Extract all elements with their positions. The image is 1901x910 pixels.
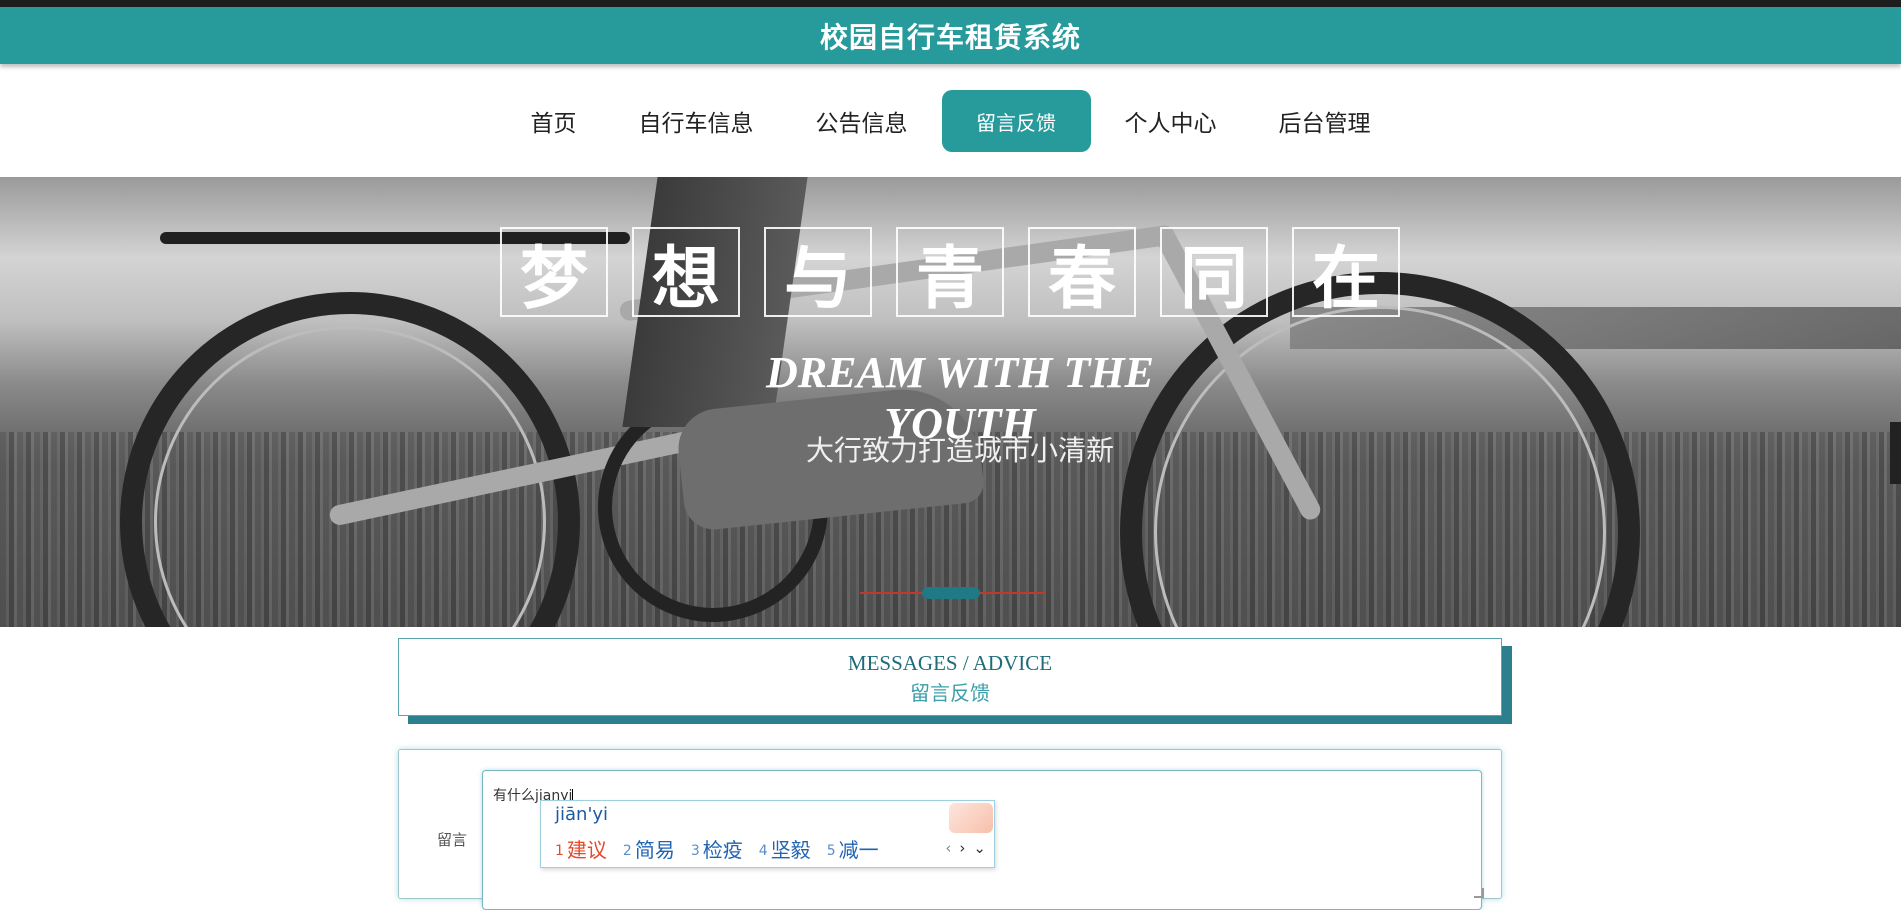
- slogan-char: 春: [1028, 227, 1136, 319]
- ime-candidate[interactable]: 2 简易: [623, 834, 675, 863]
- nav-announcements[interactable]: 公告信息: [788, 90, 936, 152]
- hero-banner: 梦 想 与 青 春 同 在 DREAM WITH THE YOUTH 大行致力打…: [0, 177, 1901, 627]
- ime-pager: ‹ › ⌄: [945, 839, 986, 857]
- top-border: [0, 0, 1901, 7]
- chevron-right-icon[interactable]: ›: [959, 839, 965, 857]
- section-header: MESSAGES / ADVICE 留言反馈: [398, 638, 1502, 716]
- slogan-char: 梦: [500, 227, 608, 319]
- slogan-char: 在: [1292, 227, 1400, 319]
- nav-personal-center[interactable]: 个人中心: [1097, 90, 1245, 152]
- nav-feedback[interactable]: 留言反馈: [941, 90, 1091, 152]
- section-title-en: MESSAGES / ADVICE: [847, 651, 1053, 675]
- ime-candidate[interactable]: 4 坚毅: [759, 834, 811, 863]
- slogan-char: 与: [764, 227, 872, 319]
- ime-candidate-list: 1 建议 2 简易 3 检疫 4 坚毅 5 减一: [555, 834, 879, 863]
- ime-candidate-window: jiān'yi 1 建议 2 简易 3 检疫 4 坚毅 5 减一 ‹ › ⌄: [540, 800, 995, 868]
- slogan-char: 想: [632, 227, 740, 319]
- section-title-cn: 留言反馈: [910, 683, 990, 705]
- bike-back-wheel: [120, 292, 580, 627]
- main-nav: 首页 自行车信息 公告信息 留言反馈 个人中心 后台管理: [0, 90, 1901, 152]
- nav-admin[interactable]: 后台管理: [1251, 90, 1399, 152]
- nav-bike-info[interactable]: 自行车信息: [611, 90, 782, 152]
- slogan-char: 青: [896, 227, 1004, 319]
- banner-slogan-cn: 梦 想 与 青 春 同 在: [500, 227, 1400, 319]
- carousel-indicator-active[interactable]: [922, 587, 980, 599]
- ime-candidate[interactable]: 1 建议: [555, 834, 607, 863]
- ime-candidate[interactable]: 3 检疫: [691, 834, 743, 863]
- ime-logo-icon: [949, 803, 993, 833]
- textarea-resize-handle[interactable]: [1474, 888, 1484, 898]
- nav-home[interactable]: 首页: [503, 90, 605, 152]
- banner-subtitle: 大行致力打造城市小清新: [805, 434, 1114, 467]
- site-title: 校园自行车租赁系统: [819, 20, 1081, 54]
- ime-composition: jiān'yi: [555, 804, 609, 825]
- chevron-down-icon[interactable]: ⌄: [973, 839, 986, 857]
- chevron-left-icon[interactable]: ‹: [945, 839, 951, 857]
- ime-candidate[interactable]: 5 减一: [827, 834, 879, 863]
- slogan-char: 同: [1160, 227, 1268, 319]
- side-float-tab[interactable]: [1890, 422, 1901, 484]
- message-label: 留言: [437, 831, 468, 849]
- site-header: 校园自行车租赁系统: [0, 7, 1901, 64]
